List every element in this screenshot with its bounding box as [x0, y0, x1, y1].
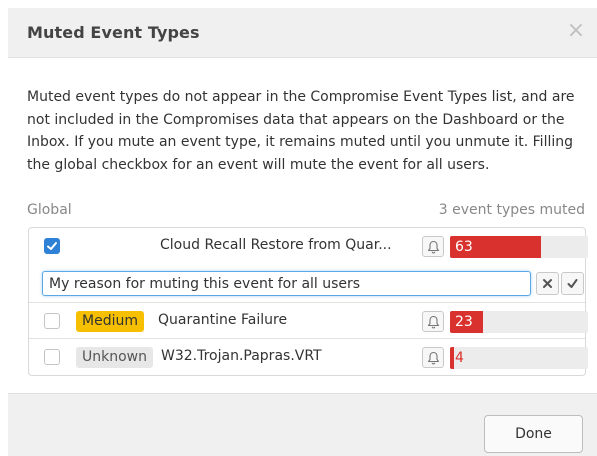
global-column-label: Global: [27, 202, 72, 218]
event-count-bar: 63: [450, 236, 588, 258]
global-checkbox[interactable]: [44, 313, 60, 329]
dialog-header: Muted Event Types ×: [8, 8, 597, 58]
bell-icon-glyph: [427, 240, 440, 254]
severity-badge: Medium: [76, 311, 144, 332]
muted-events-list: Medium Cloud Recall Restore from Quar...…: [28, 227, 588, 376]
event-name: Quarantine Failure: [158, 312, 288, 328]
check-icon: [47, 242, 57, 250]
dialog-footer: Done: [8, 393, 597, 456]
cancel-reason-button[interactable]: [536, 272, 559, 295]
x-icon: [543, 279, 552, 288]
list-item: Medium Cloud Recall Restore from Quar...…: [29, 228, 588, 264]
done-button[interactable]: Done: [484, 415, 583, 453]
global-checkbox[interactable]: [44, 349, 60, 365]
event-name: Cloud Recall Restore from Quar...: [160, 237, 392, 253]
muted-count-label: 3 event types muted: [438, 202, 585, 218]
severity-badge: Unknown: [76, 347, 153, 368]
event-count: 63: [455, 239, 473, 255]
severity-badge: Medium: [76, 236, 150, 257]
checkmark-icon: [567, 279, 578, 288]
bell-icon-glyph: [427, 315, 440, 329]
mute-reason-input[interactable]: [42, 271, 531, 296]
list-item: Medium Quarantine Failure 23: [29, 302, 588, 339]
bell-icon[interactable]: [422, 347, 444, 368]
confirm-reason-button[interactable]: [561, 272, 584, 295]
muted-event-types-dialog: Muted Event Types × Muted event types do…: [8, 8, 597, 456]
bell-icon[interactable]: [422, 311, 444, 332]
event-count: 4: [455, 350, 464, 366]
dialog-title: Muted Event Types: [27, 23, 200, 42]
dialog-description: Muted event types do not appear in the C…: [27, 89, 575, 173]
event-count-bar: 23: [450, 311, 588, 333]
mute-reason-row: [29, 265, 585, 302]
close-icon[interactable]: ×: [565, 18, 587, 44]
event-name: W32.Trojan.Papras.VRT: [161, 348, 322, 364]
event-count-bar-fill: [450, 347, 455, 369]
list-item: Unknown W32.Trojan.Papras.VRT 4: [29, 338, 588, 375]
event-count: 23: [455, 314, 473, 330]
bell-icon-glyph: [427, 351, 440, 365]
bell-icon[interactable]: [422, 236, 444, 257]
event-count-bar: 4: [450, 347, 588, 369]
global-checkbox[interactable]: [44, 238, 60, 254]
